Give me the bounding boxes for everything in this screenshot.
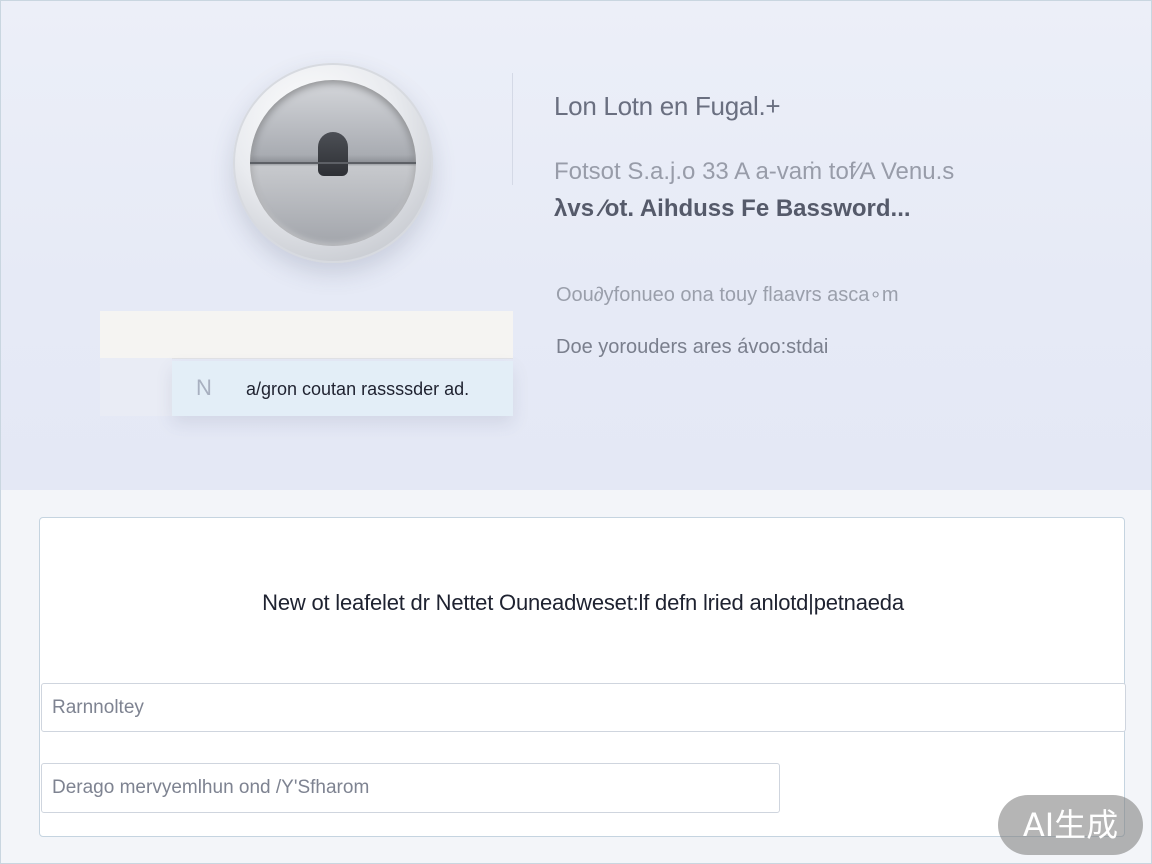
keyhole-icon: [318, 132, 348, 176]
first-input-field[interactable]: [41, 683, 1126, 732]
hero-title: Lon Lotn en Fugal.+: [554, 91, 781, 121]
form-section: New ot leafelet dr Nettet Ouneadweset:lf…: [1, 490, 1151, 863]
hero-description-line1: Oou∂yfonueo ona touy flaavrs asca∘m: [556, 284, 899, 306]
hero-input-field[interactable]: [100, 311, 513, 359]
hero-subtitle-line2: λvs ∕ot. Aihduss Fe Bassword...: [554, 195, 911, 222]
lock-dial: [250, 80, 416, 246]
hero-subtitle-line1: Fotsot S.a.j.o 33 A a-vaṁ tof∕A Venu.s: [554, 158, 955, 185]
vertical-divider: [512, 73, 513, 185]
panel-message: New ot leafelet dr Nettet Ouneadweset:lf…: [262, 590, 904, 615]
lock-icon: [233, 63, 433, 263]
hero-description-line2: Doe yorouders ares ávoo:stdai: [556, 336, 829, 358]
ai-generated-badge: AI生成: [998, 795, 1143, 855]
suggestion-label: a/gron coutan rassssder ad.: [246, 379, 470, 399]
suggestion-icon: N: [196, 375, 212, 400]
page: Lon Lotn en Fugal.+ Fotsot S.a.j.o 33 A …: [0, 0, 1152, 864]
hero-field-gutter: [100, 358, 172, 416]
hero-section: Lon Lotn en Fugal.+ Fotsot S.a.j.o 33 A …: [1, 1, 1151, 490]
second-input-field[interactable]: [41, 763, 780, 813]
autocomplete-suggestion[interactable]: N a/gron coutan rassssder ad.: [172, 361, 513, 416]
form-panel: New ot leafelet dr Nettet Ouneadweset:lf…: [39, 517, 1126, 837]
